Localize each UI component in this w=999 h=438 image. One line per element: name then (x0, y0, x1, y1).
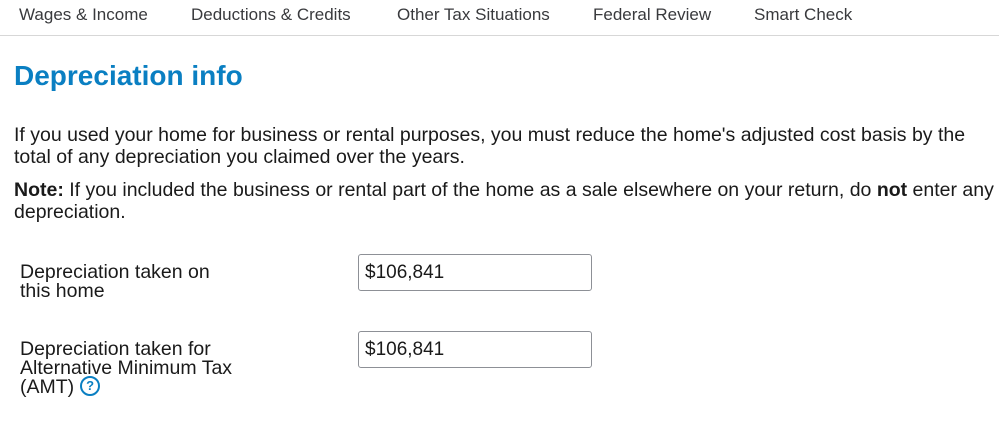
top-navigation: Wages & Income Deductions & Credits Othe… (0, 0, 999, 36)
depreciation-amt-label-text: Depreciation taken for Alternative Minim… (20, 338, 233, 399)
note-emphasis: not (876, 179, 908, 201)
nav-tab-wages-income[interactable]: Wages & Income (19, 5, 148, 25)
note-label: Note: (14, 179, 64, 201)
note-paragraph: Note: If you included the business or re… (14, 179, 994, 223)
nav-tab-other-tax-situations[interactable]: Other Tax Situations (397, 5, 550, 25)
depreciation-amt-label: Depreciation taken for Alternative Minim… (20, 338, 240, 399)
depreciation-home-label: Depreciation taken on this home (20, 261, 210, 302)
nav-tab-federal-review[interactable]: Federal Review (593, 5, 711, 25)
intro-paragraph: If you used your home for business or re… (14, 124, 966, 168)
question-circle-icon[interactable]: ? (80, 376, 101, 396)
depreciation-home-input[interactable] (358, 254, 592, 291)
note-text-before: If you included the business or rental p… (63, 179, 877, 201)
nav-tab-smart-check[interactable]: Smart Check (754, 5, 852, 25)
depreciation-amt-input[interactable] (358, 331, 592, 368)
nav-tab-deductions-credits[interactable]: Deductions & Credits (191, 5, 351, 25)
page-title: Depreciation info (14, 60, 243, 91)
